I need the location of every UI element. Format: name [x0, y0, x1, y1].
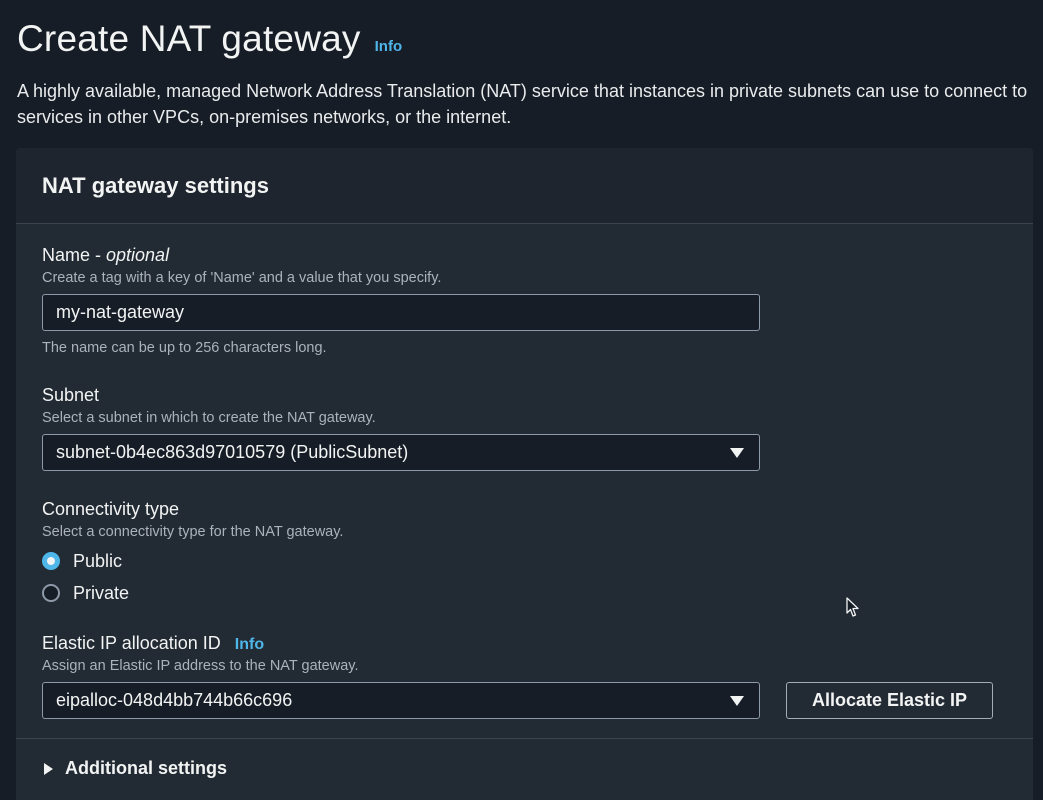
elastic-ip-field: Elastic IP allocation ID Info Assign an …: [42, 633, 993, 719]
name-description: Create a tag with a key of 'Name' and a …: [42, 270, 442, 286]
radio-checked-icon[interactable]: [42, 552, 60, 570]
title-row: Create NAT gateway Info: [17, 18, 402, 60]
name-field: Name - optional Create a tag with a key …: [42, 245, 760, 356]
page-title: Create NAT gateway: [17, 18, 361, 59]
eip-label-text: Elastic IP allocation ID: [42, 633, 221, 653]
connectivity-description: Select a connectivity type for the NAT g…: [42, 524, 344, 540]
connectivity-label-text: Connectivity type: [42, 499, 180, 519]
eip-selected-value: eipalloc-048d4bb744b66c696: [56, 690, 293, 710]
radio-unchecked-icon[interactable]: [42, 584, 60, 602]
subnet-select[interactable]: subnet-0b4ec863d97010579 (PublicSubnet): [42, 434, 760, 471]
create-nat-gateway-page: Create NAT gateway Info A highly availab…: [0, 0, 1043, 800]
subnet-field: Subnet Select a subnet in which to creat…: [42, 385, 760, 471]
radio-option-private[interactable]: Private: [42, 582, 343, 604]
name-constraint-hint: The name can be up to 256 characters lon…: [42, 340, 327, 356]
eip-select[interactable]: eipalloc-048d4bb744b66c696: [42, 682, 760, 719]
eip-description: Assign an Elastic IP address to the NAT …: [42, 658, 359, 674]
allocate-elastic-ip-button[interactable]: Allocate Elastic IP: [786, 682, 993, 719]
radio-option-public[interactable]: Public: [42, 550, 343, 572]
additional-settings-label: Additional settings: [65, 758, 227, 778]
panel-title: NAT gateway settings: [42, 172, 269, 198]
name-optional-label: optional: [106, 245, 170, 265]
caret-down-icon: [730, 695, 744, 706]
connectivity-label: Connectivity type: [42, 499, 343, 520]
title-info-link[interactable]: Info: [375, 38, 403, 55]
radio-public-label: Public: [73, 550, 123, 571]
radio-private-label: Private: [73, 582, 130, 603]
page-description: A highly available, managed Network Addr…: [17, 81, 1028, 127]
name-input[interactable]: my-nat-gateway: [42, 294, 760, 331]
subnet-label-text: Subnet: [42, 385, 100, 405]
panel-header: NAT gateway settings: [16, 148, 1033, 224]
subnet-description: Select a subnet in which to create the N…: [42, 410, 376, 426]
name-label-text: Name -: [42, 245, 107, 265]
name-input-value: my-nat-gateway: [56, 302, 185, 322]
eip-label: Elastic IP allocation ID Info: [42, 633, 993, 654]
connectivity-type-field: Connectivity type Select a connectivity …: [42, 499, 343, 604]
nat-gateway-settings-panel: NAT gateway settings Name - optional Cre…: [16, 148, 1033, 800]
name-label: Name - optional: [42, 245, 760, 266]
caret-down-icon: [730, 447, 744, 458]
subnet-label: Subnet: [42, 385, 760, 406]
eip-row: eipalloc-048d4bb744b66c696 Allocate Elas…: [42, 682, 993, 719]
eip-info-link[interactable]: Info: [235, 636, 264, 654]
mouse-pointer-icon: [846, 597, 859, 617]
caret-right-icon: [44, 763, 53, 775]
additional-settings-expander[interactable]: Additional settings: [16, 738, 1033, 800]
subnet-selected-value: subnet-0b4ec863d97010579 (PublicSubnet): [56, 442, 409, 462]
